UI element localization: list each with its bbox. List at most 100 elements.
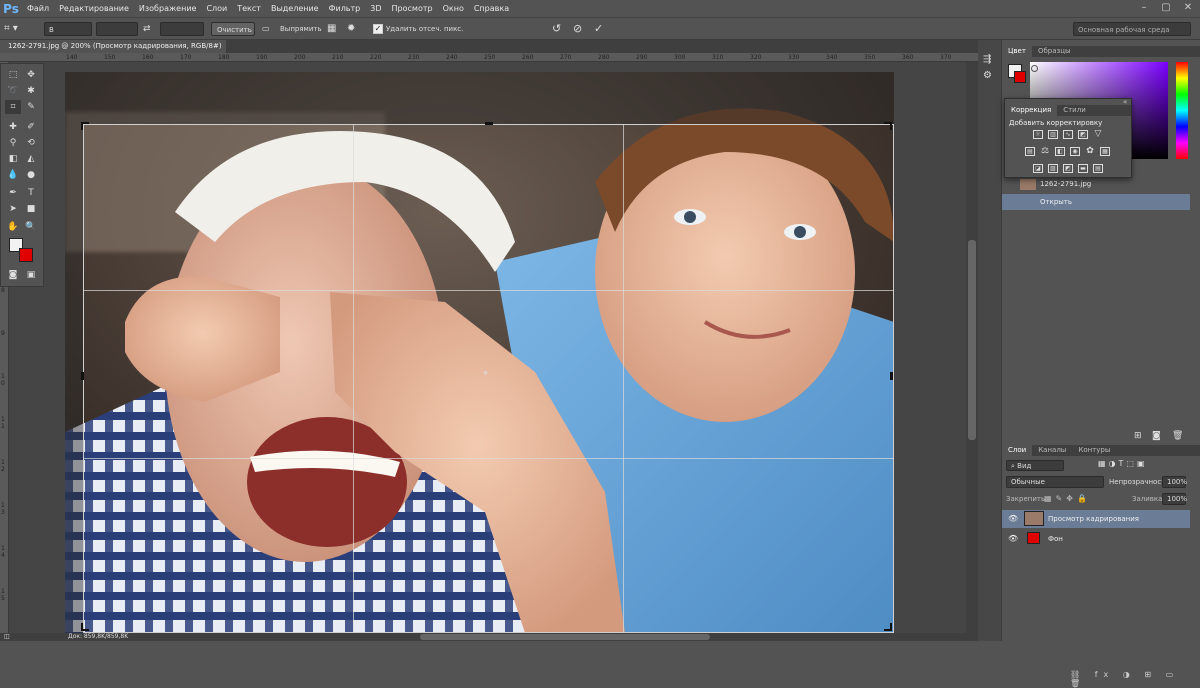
crop-handle-left[interactable] — [81, 372, 84, 380]
threshold-icon[interactable]: ◩ — [1063, 164, 1073, 173]
trash-icon[interactable]: 🗑 — [1172, 431, 1183, 441]
vibrance-icon[interactable]: ▽ — [1093, 130, 1103, 139]
crop-handle-top-left[interactable] — [81, 122, 89, 130]
pen-tool-icon[interactable]: ✒ — [5, 186, 21, 200]
eraser-tool-icon[interactable]: ◧ — [5, 152, 21, 166]
magic-wand-tool-icon[interactable]: ✱ — [23, 84, 39, 98]
crop-tool-preset-icon[interactable]: ⌗ ▾ — [4, 22, 34, 36]
crop-handle-right[interactable] — [890, 372, 893, 380]
hue-saturation-icon[interactable]: ▤ — [1025, 147, 1035, 156]
menu-3d[interactable]: 3D — [365, 0, 386, 18]
blend-mode-select[interactable]: Обычные — [1006, 476, 1104, 488]
screen-mode-icon[interactable]: ▣ — [23, 268, 39, 282]
menu-window[interactable]: Окно — [438, 0, 469, 18]
crop-handle-bottom-right[interactable] — [884, 623, 892, 631]
tab-adjustments[interactable]: Коррекция — [1005, 105, 1058, 116]
delete-cropped-checkbox[interactable]: ✓ — [373, 24, 383, 34]
color-balance-icon[interactable]: ⚖ — [1040, 147, 1050, 156]
selective-color-icon[interactable]: ▤ — [1093, 164, 1103, 173]
curves-icon[interactable]: ∿ — [1063, 130, 1073, 139]
layer-filter-select[interactable]: ⌕ Вид — [1006, 460, 1064, 471]
menu-filter[interactable]: Фильтр — [324, 0, 366, 18]
crop-height-input[interactable] — [160, 22, 204, 36]
overlay-grid-icon[interactable]: ▦ — [327, 22, 341, 36]
menu-image[interactable]: Изображение — [134, 0, 202, 18]
tab-channels[interactable]: Каналы — [1032, 445, 1072, 456]
minimize-icon[interactable]: – — [1136, 2, 1152, 14]
crop-handle-bottom-left[interactable] — [81, 623, 89, 631]
eyedropper-tool-icon[interactable]: ✎ — [23, 100, 39, 114]
cancel-icon[interactable]: ⊘ — [573, 22, 587, 36]
posterize-icon[interactable]: ▨ — [1048, 164, 1058, 173]
layer-actions-icons[interactable]: ⛓ fx ◑ ⊞ ▭ 🗑 — [1070, 670, 1200, 688]
hue-slider[interactable] — [1176, 62, 1188, 159]
move-tool-icon[interactable]: ✥ — [23, 68, 39, 82]
color-panel-background[interactable] — [1014, 71, 1026, 83]
layer-filter-icons[interactable]: ▦◑T⬚▣ — [1098, 459, 1148, 468]
visibility-eye-icon[interactable]: 👁 — [1008, 514, 1018, 523]
tab-swatches[interactable]: Образцы — [1032, 46, 1077, 57]
commit-check-icon[interactable]: ✓ — [594, 22, 608, 36]
hand-tool-icon[interactable]: ✋ — [5, 220, 21, 234]
history-state-open[interactable]: Открыть — [1002, 194, 1190, 210]
canvas-area[interactable]: ⌖ — [9, 62, 966, 633]
menu-view[interactable]: Просмотр — [387, 0, 438, 18]
menu-type[interactable]: Текст — [232, 0, 266, 18]
levels-icon[interactable]: ▥ — [1048, 130, 1058, 139]
crop-handle-top-right[interactable] — [884, 122, 892, 130]
quick-mask-icon[interactable]: ◙ — [5, 268, 21, 282]
new-document-from-state-icon[interactable]: ⊞ — [1134, 431, 1142, 441]
opacity-input[interactable]: 100% — [1162, 476, 1187, 488]
properties-panel-icon[interactable]: ⚙ — [983, 70, 992, 81]
dodge-tool-icon[interactable]: ● — [23, 168, 39, 182]
workspace-select[interactable]: Основная рабочая среда — [1073, 22, 1191, 36]
invert-icon[interactable]: ◪ — [1033, 164, 1043, 173]
document-photo[interactable]: ⌖ — [65, 72, 894, 633]
straighten-button[interactable]: Выпрямить — [280, 22, 322, 36]
swap-dimensions-icon[interactable]: ⇄ — [143, 22, 155, 36]
healing-brush-tool-icon[interactable]: ✚ — [5, 120, 21, 134]
tab-color[interactable]: Цвет — [1002, 46, 1032, 57]
photo-filter-icon[interactable]: ◉ — [1070, 147, 1080, 156]
reset-icon[interactable]: ↺ — [552, 22, 566, 36]
crop-width-input[interactable] — [96, 22, 138, 36]
blur-tool-icon[interactable]: 💧 — [5, 168, 21, 182]
paint-bucket-tool-icon[interactable]: ◭ — [23, 152, 39, 166]
lasso-tool-icon[interactable]: ➰ — [5, 84, 21, 98]
maximize-icon[interactable]: ▢ — [1158, 2, 1174, 14]
tab-paths[interactable]: Контуры — [1072, 445, 1116, 456]
lock-icons[interactable]: ▦✎✥🔒 — [1044, 494, 1091, 503]
tab-layers[interactable]: Слои — [1002, 445, 1033, 456]
type-tool-icon[interactable]: T — [23, 186, 39, 200]
vertical-scroll-thumb[interactable] — [968, 240, 976, 440]
marquee-tool-icon[interactable]: ⬚ — [5, 68, 21, 82]
channel-mixer-icon[interactable]: ✿ — [1085, 147, 1095, 156]
brightness-contrast-icon[interactable]: ☼ — [1033, 130, 1043, 139]
rectangle-tool-icon[interactable]: ■ — [23, 202, 39, 216]
fill-input[interactable]: 100% — [1162, 493, 1187, 505]
ratio-select[interactable]: В соотно... — [44, 22, 92, 48]
history-panel-icon[interactable]: ⇶ — [983, 54, 991, 65]
document-tab[interactable]: 1262-2791.jpg @ 200% (Просмотр кадрирова… — [0, 40, 226, 63]
crop-tool-icon[interactable]: ⌗ — [5, 100, 21, 114]
color-lookup-icon[interactable]: ▦ — [1100, 147, 1110, 156]
gear-icon[interactable]: ✹ — [347, 22, 361, 36]
brush-tool-icon[interactable]: ✐ — [23, 120, 39, 134]
menu-edit[interactable]: Редактирование — [54, 0, 134, 18]
close-icon[interactable]: ✕ — [1180, 2, 1196, 14]
clone-stamp-tool-icon[interactable]: ⚲ — [5, 136, 21, 150]
menu-file[interactable]: Файл — [22, 0, 54, 18]
exposure-icon[interactable]: ◩ — [1078, 130, 1088, 139]
history-brush-tool-icon[interactable]: ⟲ — [23, 136, 39, 150]
zoom-tool-icon[interactable]: 🔍 — [23, 220, 39, 234]
menu-select[interactable]: Выделение — [266, 0, 324, 18]
gradient-map-icon[interactable]: ▬ — [1078, 164, 1088, 173]
clear-button[interactable]: Очистить — [211, 22, 255, 36]
black-white-icon[interactable]: ◧ — [1055, 147, 1065, 156]
menu-help[interactable]: Справка — [469, 0, 514, 18]
panel-collapse-icon[interactable]: « — [1123, 98, 1127, 106]
camera-icon[interactable]: ◙ — [1152, 431, 1161, 441]
menu-layers[interactable]: Слои — [201, 0, 232, 18]
visibility-eye-icon[interactable]: 👁 — [1008, 534, 1018, 543]
background-color-swatch[interactable] — [19, 248, 33, 262]
